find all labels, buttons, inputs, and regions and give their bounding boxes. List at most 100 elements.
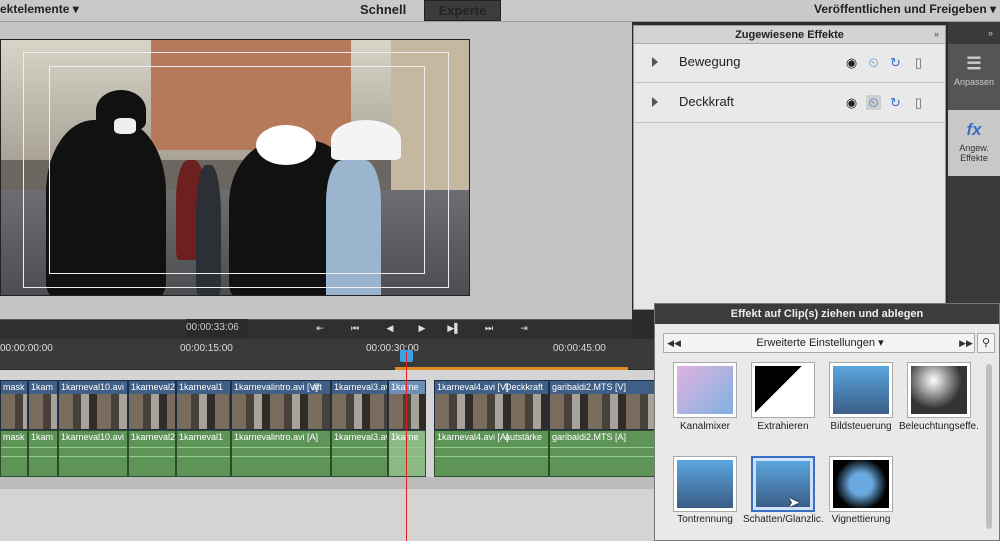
- expand-icon[interactable]: [652, 57, 658, 67]
- effect-label: Beleuchtungseffe...: [899, 421, 979, 432]
- waveform: [129, 447, 175, 457]
- tab-quick[interactable]: Schnell: [350, 0, 416, 21]
- next-edit-icon[interactable]: ⏭: [481, 321, 497, 335]
- category-selector[interactable]: ◀◀ Erweiterte Einstellungen ▾ ▶▶: [663, 333, 975, 353]
- effects-browser-panel: Effekt auf Clip(s) ziehen und ablegen ◀◀…: [654, 303, 1000, 541]
- assigned-effects-panel: Zugewiesene Effekte » Bewegung ◉ ⏲ ↻ ▯ D…: [633, 25, 946, 310]
- effect-tile-lighting-effects[interactable]: [907, 362, 971, 418]
- waveform: [59, 447, 127, 457]
- effect-tile-channel-mixer[interactable]: [673, 362, 737, 418]
- effect-label: Bewegung: [679, 54, 741, 69]
- clip-thumbnails: [332, 394, 387, 429]
- trash-icon[interactable]: ▯: [911, 55, 926, 70]
- go-to-start-icon[interactable]: ⇤: [312, 321, 328, 335]
- timecode-display[interactable]: 00:00:33:06: [186, 319, 248, 337]
- effect-label: Vignettierung: [831, 514, 891, 525]
- go-to-end-icon[interactable]: ⇥: [516, 321, 532, 335]
- playhead-line[interactable]: [406, 352, 407, 541]
- audio-clip-selected[interactable]: 1karne: [388, 430, 426, 477]
- rail-collapse-icon[interactable]: »: [988, 28, 993, 38]
- ruler-tick: 00:00:00:00: [0, 343, 53, 354]
- clip-name: 1karneval3.av: [334, 432, 388, 442]
- audio-clip[interactable]: 1karneval4.avi [A] autstärke: [434, 430, 549, 477]
- effect-tile-shadow-highlight[interactable]: [751, 456, 815, 512]
- applied-effects-label: Effekte: [960, 153, 988, 163]
- video-clip[interactable]: mask: [0, 380, 28, 430]
- waveform: [232, 447, 330, 457]
- audio-clip[interactable]: 1karnevalintro.avi [A]: [231, 430, 331, 477]
- effect-row-opacity[interactable]: Deckkraft ◉ ⏲ ↻ ▯: [634, 84, 945, 123]
- previous-edit-icon[interactable]: ⏮: [347, 321, 363, 335]
- clip-effects-menu[interactable]: ektelemente ▾: [0, 2, 79, 16]
- clip-thumbnails: [129, 394, 175, 429]
- trash-icon[interactable]: ▯: [911, 95, 926, 110]
- effect-thumbnail: [833, 460, 889, 508]
- clip-name: 1karneval3.av: [334, 382, 388, 392]
- effect-tile-posterize[interactable]: [673, 456, 737, 512]
- waveform: [177, 447, 230, 457]
- clip-name: 1karnevalintro.avi [V]: [234, 382, 319, 392]
- step-forward-icon[interactable]: ▶▌: [446, 321, 462, 335]
- clip-name: 1kam: [31, 382, 54, 392]
- search-icon[interactable]: ⚲: [977, 333, 995, 353]
- ruler-tick: 00:00:45:00: [553, 343, 606, 354]
- clip-thumbnails: [29, 394, 57, 429]
- panel-collapse-icon[interactable]: »: [934, 29, 939, 39]
- audio-clip[interactable]: 1kam: [28, 430, 58, 477]
- category-label: Erweiterte Einstellungen: [756, 337, 876, 349]
- keyframe-icon[interactable]: ⏲: [866, 55, 881, 70]
- audio-clip[interactable]: 1karneval10.avi [A]: [58, 430, 128, 477]
- safe-margin-inner[interactable]: [49, 66, 425, 274]
- step-back-icon[interactable]: ◀: [382, 321, 398, 335]
- adjust-button[interactable]: ☰ Anpassen: [948, 44, 1000, 110]
- clip-name: 1karneval1: [179, 382, 224, 392]
- effect-tile-image-control[interactable]: [829, 362, 893, 418]
- video-clip-selected[interactable]: 1karne: [388, 380, 426, 430]
- effect-row-motion[interactable]: Bewegung ◉ ⏲ ↻ ▯: [634, 44, 945, 83]
- clip-thumbnails: [550, 394, 655, 429]
- eye-icon[interactable]: ◉: [844, 95, 859, 110]
- video-clip[interactable]: 1karneval3.av: [331, 380, 388, 430]
- video-clip[interactable]: 1karneval1: [176, 380, 231, 430]
- applied-effects-label: Angew.: [959, 143, 989, 153]
- play-icon[interactable]: ▶: [414, 321, 430, 335]
- video-clip[interactable]: 1karneval4.avi [V] Deckkraft: [434, 380, 549, 430]
- expand-icon[interactable]: [652, 97, 658, 107]
- effect-label: Kanalmixer: [679, 421, 731, 432]
- reset-icon[interactable]: ↻: [888, 95, 903, 110]
- clip-name: 1karneval4.avi [A]: [437, 432, 509, 442]
- audio-clip[interactable]: 1karneval3.av: [331, 430, 388, 477]
- sliders-icon: ☰: [966, 54, 982, 73]
- clip-name: garibaldi2.MTS [V]: [552, 382, 627, 392]
- mouse-cursor-icon: ➤: [788, 494, 800, 510]
- audio-clip[interactable]: 1karneval2: [128, 430, 176, 477]
- reset-icon[interactable]: ↻: [888, 55, 903, 70]
- video-clip[interactable]: 1kam: [28, 380, 58, 430]
- scrollbar[interactable]: [986, 364, 992, 529]
- audio-clip[interactable]: mask: [0, 430, 28, 477]
- effect-tile-extract[interactable]: [751, 362, 815, 418]
- video-clip[interactable]: garibaldi2.MTS [V]: [549, 380, 656, 430]
- effect-label: Deckkraft: [679, 94, 734, 109]
- audio-clip[interactable]: garibaldi2.MTS [A]: [549, 430, 656, 477]
- next-category-icon[interactable]: ▶▶: [958, 334, 974, 352]
- clip-thumbnails: [59, 394, 127, 429]
- previous-category-icon[interactable]: ◀◀: [666, 334, 682, 352]
- waveform: [29, 447, 57, 457]
- effect-label: Extrahieren: [757, 421, 809, 432]
- tab-label: Experte: [438, 3, 487, 18]
- effect-tile-vignetting[interactable]: [829, 456, 893, 512]
- applied-effects-button[interactable]: fx Angew. Effekte: [948, 110, 1000, 176]
- eye-icon[interactable]: ◉: [844, 55, 859, 70]
- category-dropdown[interactable]: Erweiterte Einstellungen ▾: [688, 334, 952, 352]
- video-clip[interactable]: 1karneval2: [128, 380, 176, 430]
- menu-label: Veröffentlichen und Freigeben: [814, 2, 987, 16]
- video-clip[interactable]: 1karnevalintro.avi [V] aft: [231, 380, 331, 430]
- tab-expert[interactable]: Experte: [424, 0, 501, 21]
- effect-thumbnail: [677, 460, 733, 508]
- video-preview[interactable]: [0, 39, 470, 296]
- video-clip[interactable]: 1karneval10.avi [V]: [58, 380, 128, 430]
- publish-share-menu[interactable]: Veröffentlichen und Freigeben ▾: [814, 2, 996, 16]
- audio-clip[interactable]: 1karneval1: [176, 430, 231, 477]
- keyframe-icon[interactable]: ⏲: [866, 95, 881, 110]
